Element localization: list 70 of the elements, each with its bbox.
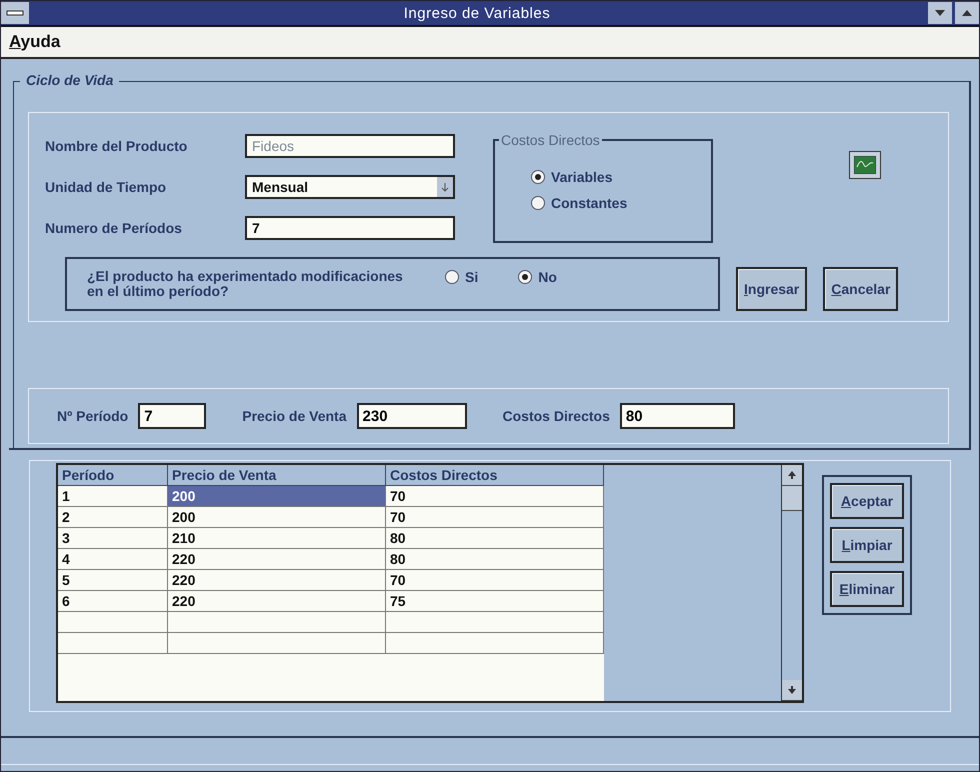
empty-table-cell[interactable] <box>58 633 168 654</box>
table-cell[interactable]: 70 <box>386 570 604 591</box>
action-button[interactable]: Aceptar <box>830 483 904 519</box>
system-menu-button[interactable] <box>1 2 29 24</box>
input-field[interactable]: 7 <box>138 403 206 429</box>
action-button[interactable]: Cancelar <box>823 267 898 311</box>
table-cell[interactable]: 3 <box>58 528 168 549</box>
field-label: Costos Directos <box>502 408 610 424</box>
empty-table-cell[interactable] <box>168 633 386 654</box>
radio-button[interactable] <box>531 196 545 210</box>
table-cell[interactable]: 6 <box>58 591 168 612</box>
column-header: Costos Directos <box>386 465 604 486</box>
up-arrow-icon <box>788 471 796 479</box>
action-button[interactable]: Limpiar <box>830 527 904 563</box>
table-cell[interactable]: 80 <box>386 549 604 570</box>
table-cell[interactable]: 220 <box>168 570 386 591</box>
input-field[interactable]: 80 <box>620 403 735 429</box>
table-cell[interactable]: 220 <box>168 549 386 570</box>
scroll-down-button[interactable] <box>782 680 802 701</box>
empty-table-cell[interactable] <box>58 612 168 633</box>
table-cell[interactable]: 80 <box>386 528 604 549</box>
empty-table-cell[interactable] <box>386 633 604 654</box>
action-button[interactable]: Eliminar <box>830 571 904 607</box>
dash-icon <box>6 10 24 16</box>
dropdown[interactable]: Mensual <box>245 174 455 199</box>
input-field[interactable]: 230 <box>356 403 467 429</box>
scroll-up-button[interactable] <box>782 465 802 486</box>
field-label: Precio de Venta <box>242 408 347 424</box>
minimize-button[interactable] <box>928 2 952 24</box>
field-label: Numero de Períodos <box>45 220 183 236</box>
table-cell[interactable]: 70 <box>386 507 604 528</box>
table-cell[interactable]: 75 <box>386 591 604 612</box>
radio-button[interactable] <box>518 270 532 284</box>
maximize-button[interactable] <box>955 2 979 24</box>
table-cell[interactable]: 210 <box>168 528 386 549</box>
scroll-thumb[interactable] <box>782 486 802 511</box>
window-title: Ingreso de Variables <box>402 4 552 22</box>
radio-label[interactable]: Variables <box>551 169 612 185</box>
table-cell[interactable]: 220 <box>168 591 386 612</box>
table-cell[interactable]: 4 <box>58 549 168 570</box>
table-cell[interactable]: 70 <box>386 486 604 507</box>
column-header: Período <box>58 465 168 486</box>
wave-chart-icon <box>854 156 876 174</box>
table-cell[interactable]: 1 <box>58 486 168 507</box>
table-cell[interactable]: 5 <box>58 570 168 591</box>
field-label: Nombre del Producto <box>45 138 188 154</box>
radio-label[interactable]: Si <box>465 269 478 285</box>
field-label: Unidad de Tiempo <box>45 178 168 195</box>
down-arrow-icon <box>788 686 796 694</box>
action-button[interactable]: Ingresar <box>736 267 808 311</box>
table-cell[interactable]: 200 <box>168 507 386 528</box>
question-text: ¿El producto ha experimentado modificaciones en el último período? <box>87 268 404 300</box>
radio-label[interactable]: No <box>538 269 557 285</box>
up-triangle-icon <box>962 10 972 16</box>
input-field[interactable]: 7 <box>245 216 455 240</box>
down-triangle-icon <box>935 10 945 16</box>
group-title: Ciclo de Vida <box>20 72 120 88</box>
radio-button[interactable] <box>531 170 545 184</box>
radio-button[interactable] <box>445 270 459 284</box>
chart-button[interactable] <box>849 151 881 179</box>
scrollbar[interactable] <box>781 465 802 701</box>
table-cell[interactable]: 2 <box>58 507 168 528</box>
field-label: Nº Período <box>57 408 128 424</box>
group-title: Costos Directos <box>499 132 602 148</box>
radio-label[interactable]: Constantes <box>551 195 628 211</box>
empty-table-cell[interactable] <box>386 612 604 633</box>
table-cell[interactable]: 200 <box>168 486 386 507</box>
menu-item[interactable]: Ayuda <box>9 32 60 52</box>
column-header: Precio de Venta <box>168 465 386 486</box>
empty-table-cell[interactable] <box>168 612 386 633</box>
